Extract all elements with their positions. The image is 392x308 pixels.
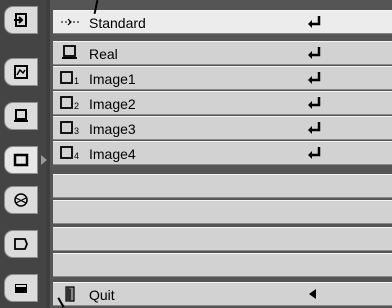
menu-item-image3[interactable]: 3 Image3 [53, 116, 392, 140]
screen-icon [14, 193, 28, 207]
empty-row [53, 174, 392, 198]
image-icon: 2 [60, 96, 79, 111]
input-icon [14, 13, 27, 27]
image-icon: 3 [60, 121, 79, 136]
enter-icon [308, 122, 321, 134]
real-icon [62, 45, 77, 59]
enter-icon [308, 97, 321, 109]
tab-information[interactable] [4, 274, 38, 302]
menu-item-quit[interactable]: Quit [53, 282, 392, 306]
tab-image-select[interactable] [4, 102, 38, 130]
quit-arrow-icon [309, 289, 316, 299]
enter-icon [308, 147, 321, 159]
image-index: 1 [74, 76, 79, 86]
menu-item-real[interactable]: Real [53, 41, 392, 65]
menu-item-label: Image3 [89, 121, 136, 137]
image-icon: 1 [60, 71, 79, 86]
quit-label: Quit [89, 287, 115, 303]
tab-pc-adjust[interactable] [4, 58, 38, 86]
image-index: 4 [74, 151, 79, 161]
enter-icon [308, 16, 321, 28]
information-icon [15, 284, 27, 293]
pc-adjust-icon [14, 65, 28, 79]
image-icon: 4 [60, 146, 79, 161]
setting-icon [14, 238, 28, 250]
standard-icon [61, 18, 79, 26]
empty-row [53, 227, 392, 251]
active-tab-arrow-icon [41, 155, 47, 165]
menu-item-image1[interactable]: 1 Image1 [53, 66, 392, 90]
menu-item-standard[interactable]: Standard [53, 10, 392, 34]
tab-setting[interactable] [4, 230, 38, 258]
menu-item-image4[interactable]: 4 Image4 [53, 141, 392, 165]
image-index: 3 [74, 126, 79, 136]
image-select-icon [14, 109, 28, 122]
menu-item-label: Real [89, 46, 118, 62]
menu-item-label: Standard [89, 15, 146, 31]
empty-row [53, 200, 392, 224]
enter-icon [308, 72, 321, 84]
quit-door-icon [65, 286, 75, 302]
enter-icon [308, 47, 321, 59]
tab-input[interactable] [4, 6, 38, 34]
empty-row [53, 253, 392, 277]
menu-item-label: Image2 [89, 96, 136, 112]
tab-screen[interactable] [4, 186, 38, 214]
menu-item-label: Image4 [89, 146, 136, 162]
menu-item-label: Image1 [89, 71, 136, 87]
tab-image-adjust[interactable] [4, 146, 38, 174]
image-adjust-icon [13, 153, 29, 167]
image-index: 2 [74, 101, 79, 111]
menu-item-image2[interactable]: 2 Image2 [53, 91, 392, 115]
